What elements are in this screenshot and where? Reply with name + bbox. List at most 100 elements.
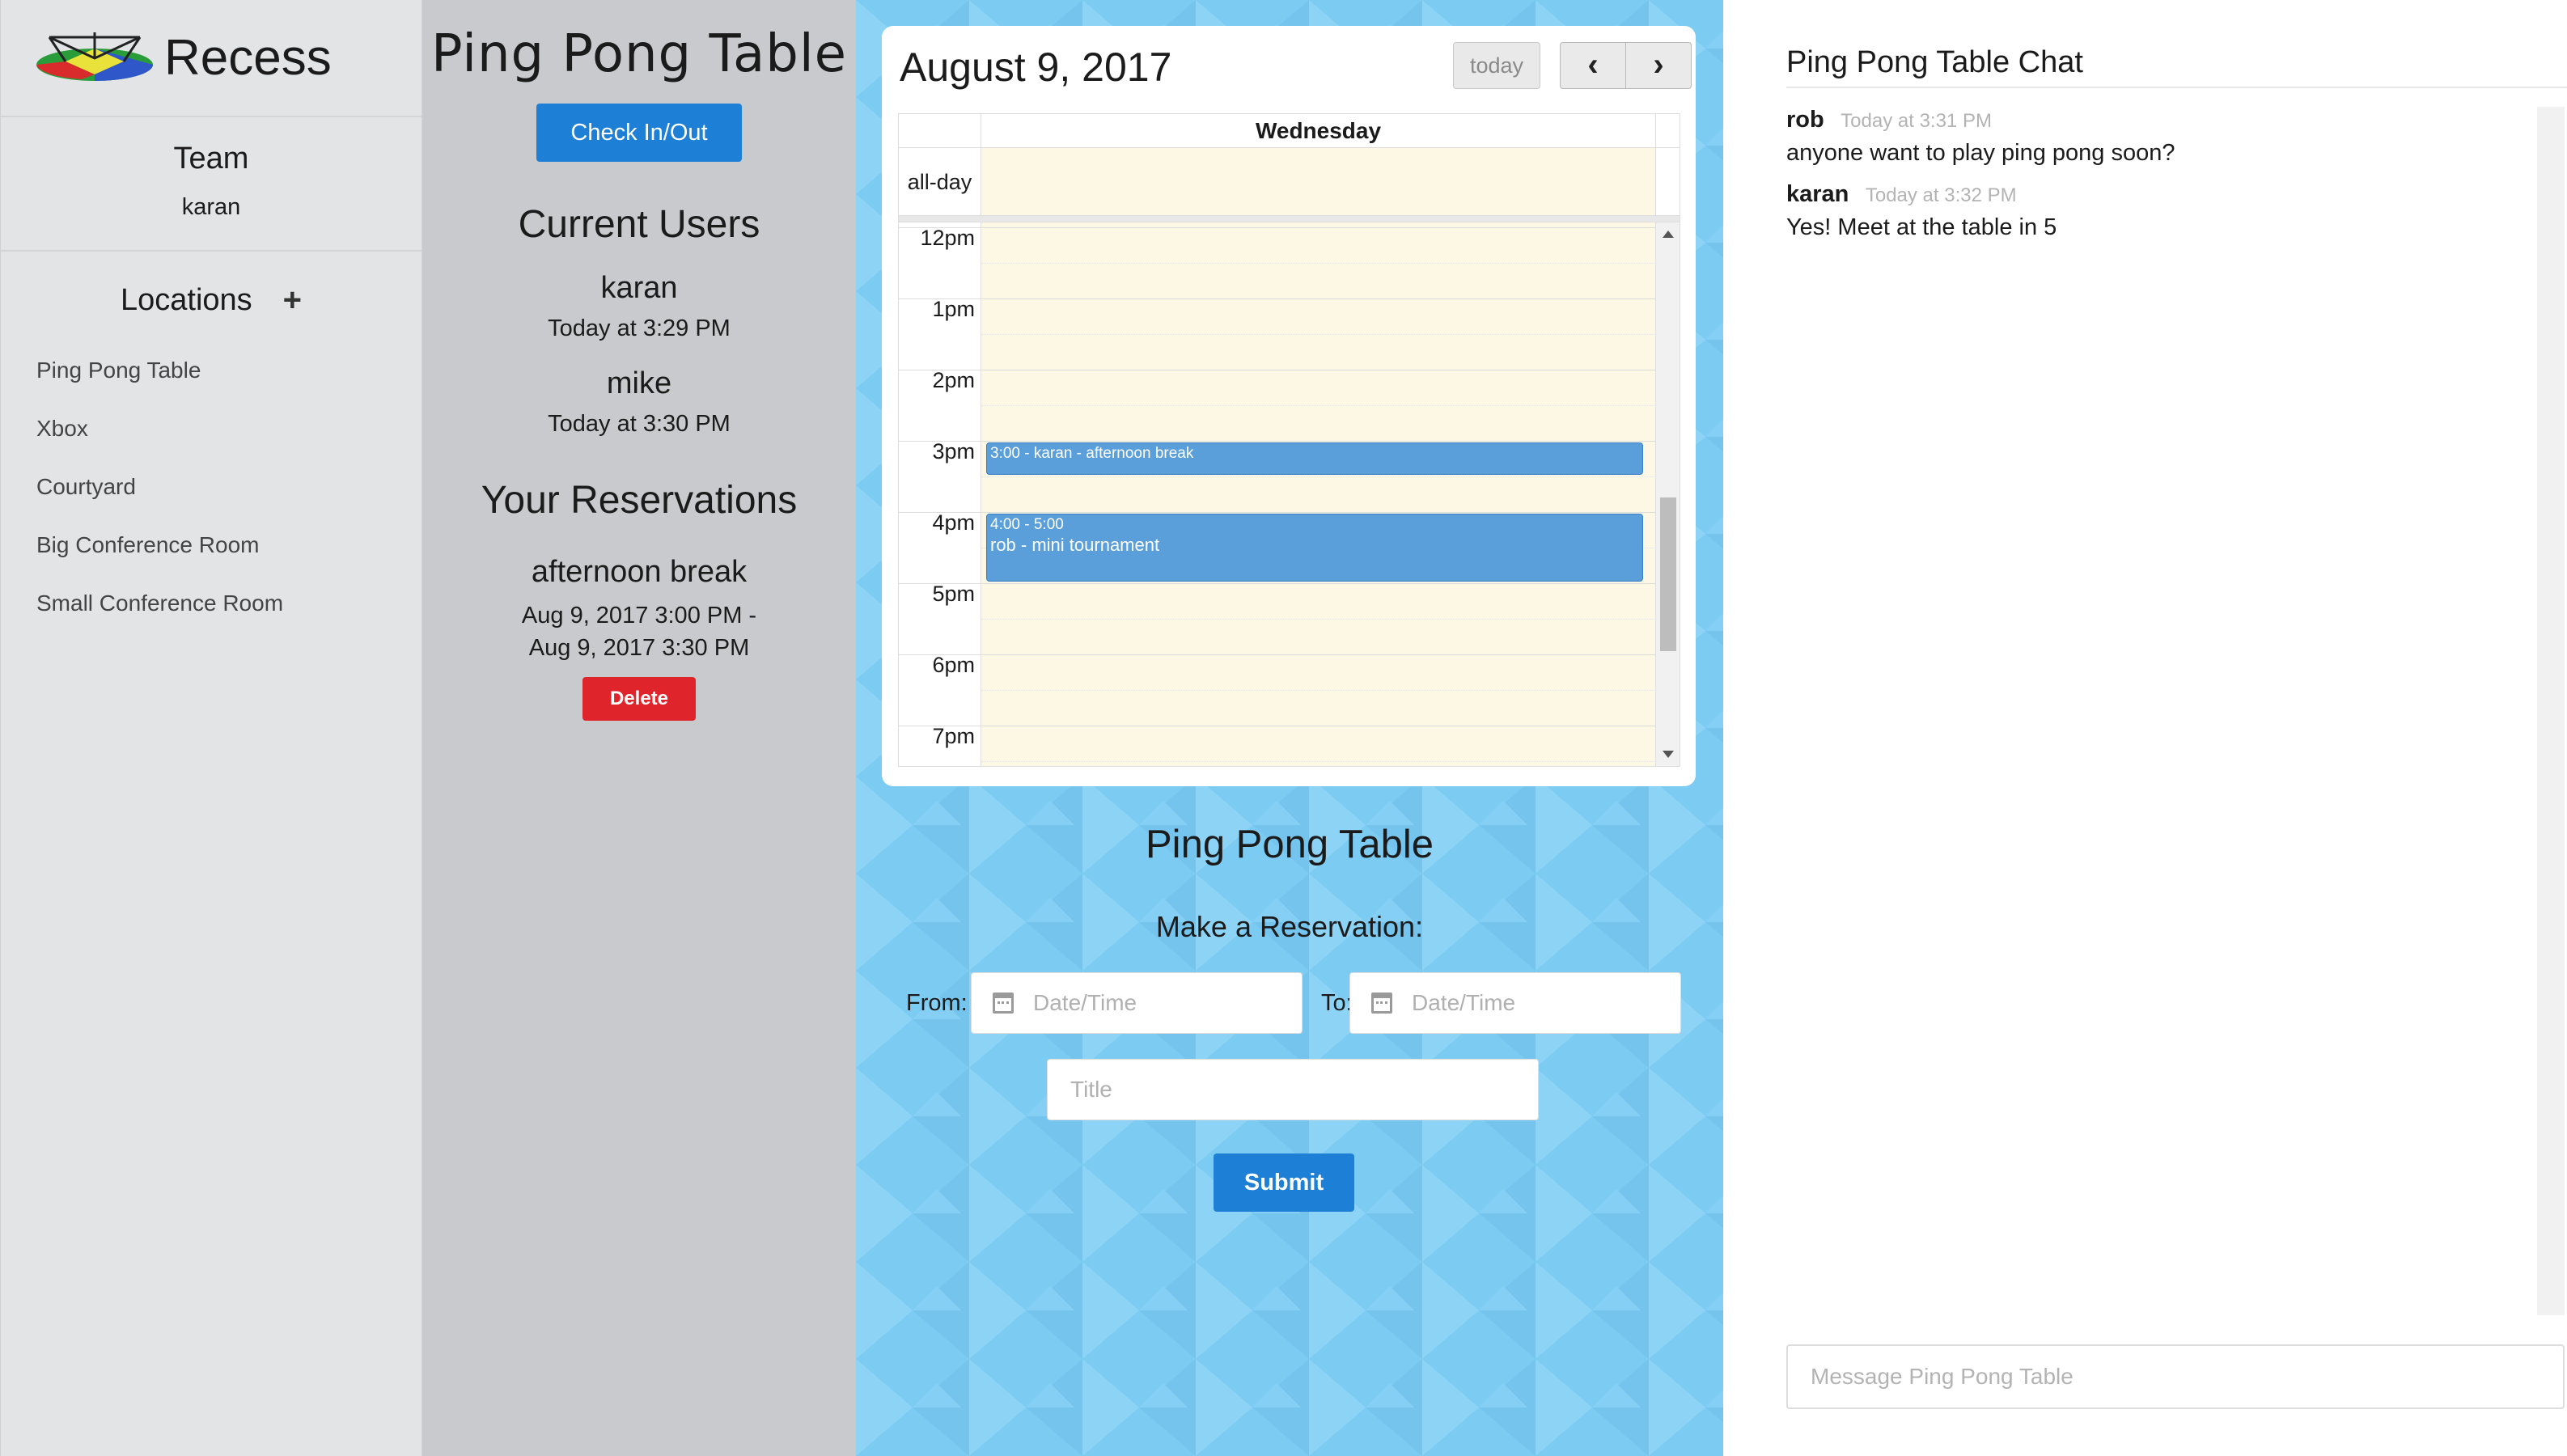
reservation-end: Aug 9, 2017 3:30 PM xyxy=(528,635,750,661)
reservation-range: Aug 9, 2017 3:00 PM - Aug 9, 2017 3:30 P… xyxy=(422,599,856,664)
sidebar-item-small-conference-room[interactable]: Small Conference Room xyxy=(36,587,421,645)
message-timestamp: Today at 3:31 PM xyxy=(1841,110,1992,132)
hour-label: 5pm xyxy=(932,582,975,606)
message-text: anyone want to play ping pong soon? xyxy=(1786,140,2175,166)
time-grid[interactable]: 12pm 1pm 2pm 3pm 4pm 5pm 6pm 7pm 3:00 - karan - … xyxy=(899,222,1680,766)
calendar-event[interactable]: 3:00 - karan - afternoon break xyxy=(986,442,1643,475)
all-day-divider xyxy=(899,216,1680,222)
chat-panel: Ping Pong Table Chat rob Today at 3:31 P… xyxy=(1723,0,2567,1456)
day-header-gutter xyxy=(899,114,981,147)
sidebar: Recess Team karan Locations + Ping Pong … xyxy=(0,0,422,1456)
reservation-title: afternoon break xyxy=(531,555,748,589)
calendar-card: August 9, 2017 today ‹ › Wednesday all-d… xyxy=(882,26,1696,786)
message-text: Yes! Meet at the table in 5 xyxy=(1786,214,2057,240)
hour-line xyxy=(899,298,1656,299)
hour-label: 6pm xyxy=(932,653,975,677)
hour-line xyxy=(899,654,1656,655)
hour-line xyxy=(899,227,1656,228)
sidebar-item-xbox[interactable]: Xbox xyxy=(36,413,421,471)
chevron-left-icon[interactable]: ‹ xyxy=(1560,42,1626,89)
from-datetime-input[interactable]: Date/Time xyxy=(971,972,1303,1034)
brand[interactable]: Recess xyxy=(1,0,421,117)
half-hour-line xyxy=(981,761,1656,762)
message-author: rob xyxy=(1786,107,1824,133)
to-datetime-input[interactable]: Date/Time xyxy=(1349,972,1681,1034)
sidebar-item-big-conference-room[interactable]: Big Conference Room xyxy=(36,529,421,587)
event-time: 4:00 - 5:00 xyxy=(990,516,1064,533)
calendar-event[interactable]: 4:00 - 5:00 rob - mini tournament xyxy=(986,514,1643,582)
recess-logo-icon xyxy=(36,32,153,81)
brand-name: Recess xyxy=(164,30,332,86)
half-hour-line xyxy=(981,405,1656,406)
scroll-thumb[interactable] xyxy=(1660,497,1676,651)
hour-label: 3pm xyxy=(932,439,975,463)
scroll-up-icon[interactable] xyxy=(1663,231,1674,238)
from-label: From: xyxy=(906,990,968,1016)
calendar-grid: Wednesday all-day 12pm 1pm 2pm 3pm 4pm 5pm 6pm… xyxy=(898,113,1680,767)
chat-title: Ping Pong Table Chat xyxy=(1786,45,2083,79)
team-title: Team xyxy=(173,142,249,176)
chat-divider xyxy=(1786,87,2567,88)
chat-scrollbar[interactable] xyxy=(2537,107,2565,1315)
from-placeholder: Date/Time xyxy=(1033,990,1137,1015)
half-hour-line xyxy=(981,619,1656,620)
hour-line xyxy=(899,583,1656,584)
event-time: 3:00 - karan - afternoon break xyxy=(990,445,1194,462)
hour-label: 4pm xyxy=(932,510,975,535)
message-timestamp: Today at 3:32 PM xyxy=(1865,184,2017,206)
half-hour-line xyxy=(981,263,1656,264)
team-user: karan xyxy=(181,194,241,220)
all-day-row: all-day xyxy=(899,148,1680,216)
location-title: Ping Pong Table xyxy=(431,24,847,84)
hour-label: 2pm xyxy=(932,368,975,392)
current-users-title: Current Users xyxy=(518,203,760,246)
calendar-scrollbar[interactable] xyxy=(1656,222,1680,766)
current-user-name: karan xyxy=(600,271,678,305)
half-hour-line xyxy=(981,690,1656,691)
calendar-date-title: August 9, 2017 xyxy=(900,44,1172,90)
day-name: Wednesday xyxy=(981,114,1656,147)
chat-message-input[interactable]: Message Ping Pong Table xyxy=(1786,1344,2565,1409)
locations-list: Ping Pong Table Xbox Courtyard Big Confe… xyxy=(1,354,421,645)
hour-label: 1pm xyxy=(932,297,975,321)
today-button[interactable]: today xyxy=(1453,42,1540,89)
hour-line xyxy=(899,441,1656,442)
event-title: rob - mini tournament xyxy=(990,535,1160,555)
hour-line xyxy=(899,512,1656,513)
submit-button[interactable]: Submit xyxy=(1214,1153,1354,1212)
all-day-label: all-day xyxy=(899,148,981,215)
day-header: Wednesday xyxy=(899,114,1680,148)
location-info-panel: Ping Pong Table Check In/Out Current Use… xyxy=(422,0,856,1456)
to-label: To: xyxy=(1321,990,1353,1016)
chat-messages: rob Today at 3:31 PM anyone want to play… xyxy=(1786,107,2498,256)
check-in-out-button[interactable]: Check In/Out xyxy=(536,104,742,162)
chevron-right-icon[interactable]: › xyxy=(1625,42,1692,89)
half-hour-line xyxy=(981,334,1656,335)
your-reservations-title: Your Reservations xyxy=(481,479,798,522)
team-section: Team karan xyxy=(1,117,421,252)
current-user-time: Today at 3:30 PM xyxy=(548,411,731,437)
scroll-down-icon[interactable] xyxy=(1663,751,1674,758)
hour-label: 7pm xyxy=(932,724,975,748)
make-reservation-title: Make a Reservation: xyxy=(1155,910,1424,943)
locations-header: Locations + xyxy=(1,282,421,319)
message-author: karan xyxy=(1786,181,1849,207)
to-placeholder: Date/Time xyxy=(1412,990,1516,1015)
hour-label: 12pm xyxy=(920,226,975,250)
plus-icon[interactable]: + xyxy=(283,282,302,319)
sidebar-item-courtyard[interactable]: Courtyard xyxy=(36,471,421,529)
locations-title: Locations xyxy=(120,283,252,317)
chat-message: karan Today at 3:32 PM Yes! Meet at the … xyxy=(1786,181,2498,241)
delete-reservation-button[interactable]: Delete xyxy=(582,677,697,721)
title-input[interactable]: Title xyxy=(1047,1059,1539,1120)
calendar-icon xyxy=(993,993,1014,1014)
current-user-time: Today at 3:29 PM xyxy=(548,315,731,341)
current-user-name: mike xyxy=(606,366,672,400)
half-hour-line xyxy=(981,476,1656,477)
calendar-icon xyxy=(1371,993,1392,1014)
calendar-panel: August 9, 2017 today ‹ › Wednesday all-d… xyxy=(856,0,1723,1456)
day-column[interactable] xyxy=(981,222,1656,766)
chat-message: rob Today at 3:31 PM anyone want to play… xyxy=(1786,107,2498,167)
sidebar-item-ping-pong-table[interactable]: Ping Pong Table xyxy=(36,354,421,413)
all-day-cell[interactable] xyxy=(981,148,1656,215)
